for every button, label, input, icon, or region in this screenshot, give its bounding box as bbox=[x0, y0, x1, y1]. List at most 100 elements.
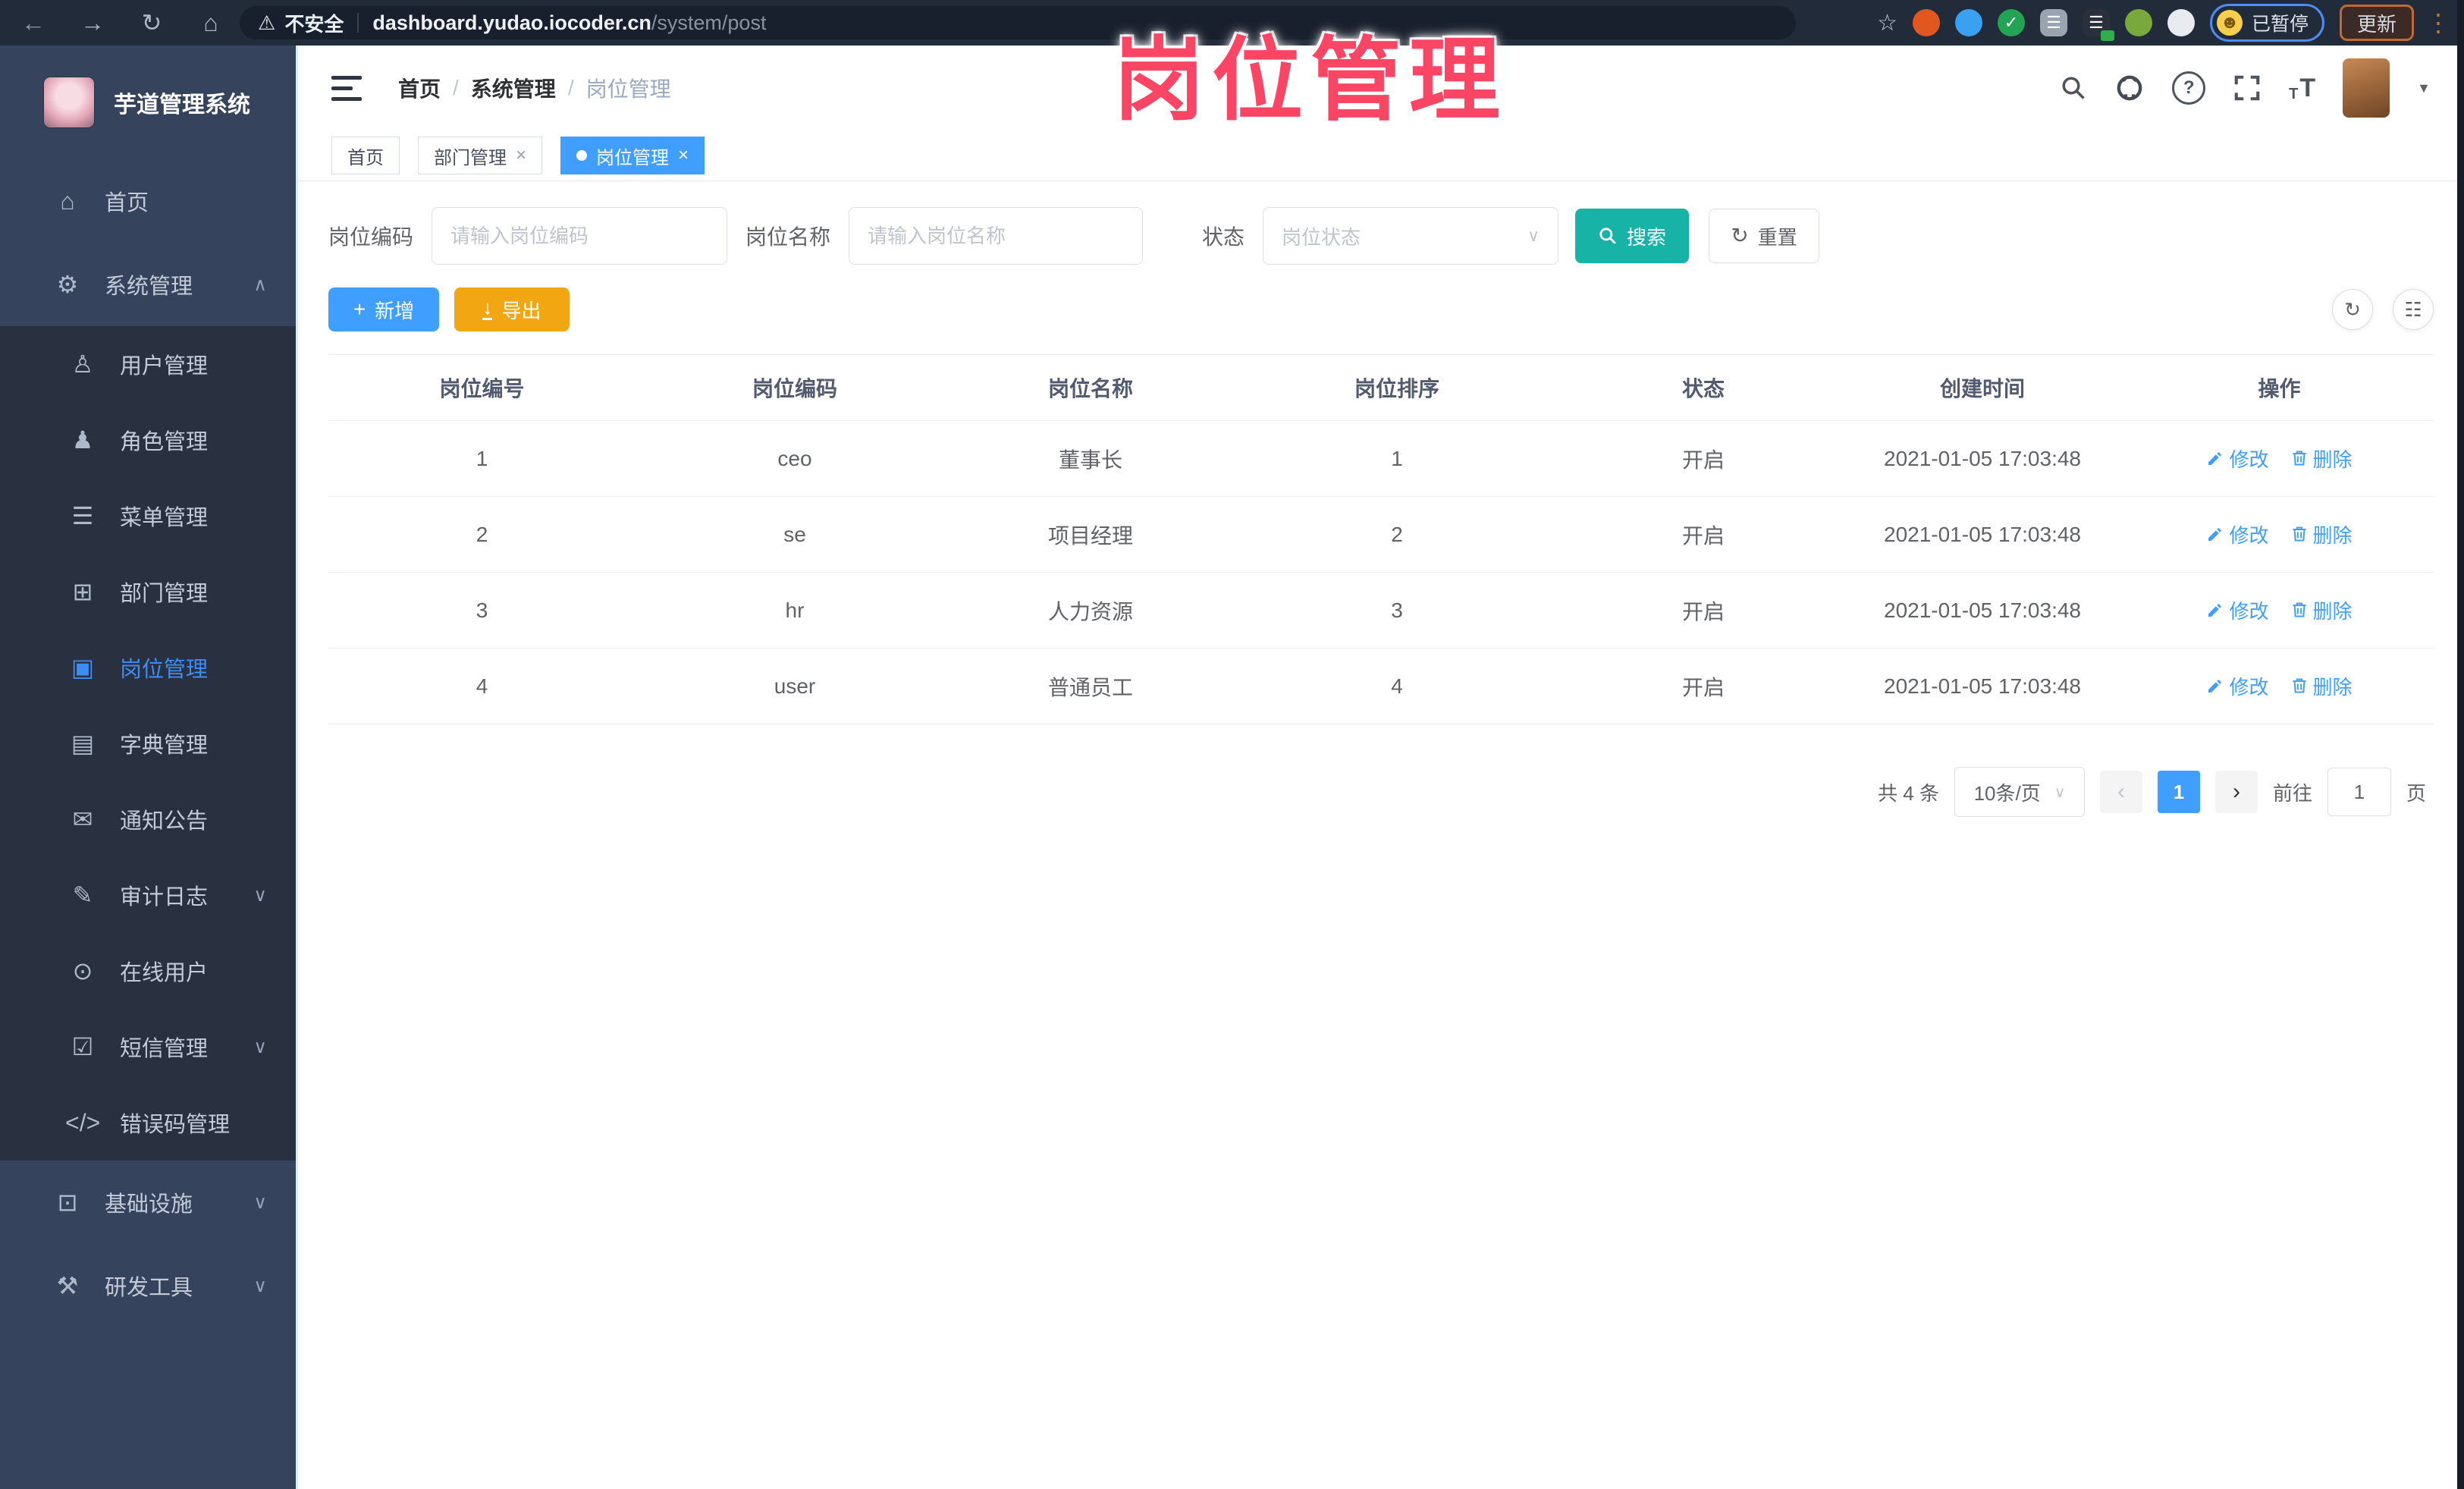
post-name-input[interactable] bbox=[849, 207, 1144, 265]
add-button[interactable]: + 新增 bbox=[328, 287, 439, 331]
chevron-down-icon: ∨ bbox=[2054, 784, 2066, 801]
home-icon[interactable]: ⌂ bbox=[194, 0, 228, 46]
tab-label: 岗位管理 bbox=[596, 147, 670, 168]
column-settings-button[interactable]: ☷ bbox=[2393, 289, 2434, 330]
font-size-icon[interactable]: TT bbox=[2289, 74, 2315, 103]
sidebar-item-10[interactable]: ⊙ 在线用户 bbox=[0, 933, 296, 1009]
cell-actions: 修改 删除 bbox=[2125, 648, 2434, 724]
cell-id: 1 bbox=[328, 420, 636, 497]
reset-button[interactable]: ↻ 重置 bbox=[1709, 209, 1820, 263]
profile-status-label: 已暂停 bbox=[2251, 14, 2309, 35]
extension-orange-ring-icon[interactable] bbox=[1912, 9, 1940, 36]
close-icon[interactable]: × bbox=[516, 145, 526, 166]
department-tree-icon: ⊞ bbox=[72, 578, 93, 605]
table-row: 2 se 项目经理 2 开启 2021-01-05 17:03:48 修改 删除 bbox=[328, 496, 2434, 573]
search-icon[interactable] bbox=[2060, 74, 2087, 102]
sidebar-item-4[interactable]: ☰ 菜单管理 bbox=[0, 478, 296, 554]
tab-部门管理[interactable]: 部门管理 × bbox=[418, 137, 543, 174]
cell-status: 开启 bbox=[1567, 648, 1840, 724]
sidebar-item-14[interactable]: ⚒ 研发工具 ∨ bbox=[0, 1244, 296, 1327]
forward-icon[interactable]: → bbox=[76, 0, 109, 46]
edit-link[interactable]: 修改 bbox=[2206, 445, 2269, 473]
sidebar-item-8[interactable]: ✉ 通知公告 bbox=[0, 781, 296, 857]
current-page-button[interactable]: 1 bbox=[2157, 771, 2200, 813]
sidebar-item-label: 研发工具 bbox=[105, 1276, 193, 1300]
bookmark-star-icon[interactable]: ☆ bbox=[1877, 10, 1897, 36]
extension-list-badge-icon[interactable]: ☰ bbox=[2082, 9, 2114, 41]
sidebar-item-label: 系统管理 bbox=[105, 275, 193, 299]
post-code-input[interactable] bbox=[432, 207, 728, 265]
chevron-down-icon[interactable]: ▼ bbox=[2417, 80, 2431, 96]
back-icon[interactable]: ← bbox=[17, 0, 50, 46]
delete-link[interactable]: 删除 bbox=[2290, 520, 2353, 548]
sidebar-item-label: 岗位管理 bbox=[120, 658, 209, 682]
sms-shield-icon: ☑ bbox=[71, 1033, 94, 1060]
sidebar-item-13[interactable]: ⊡ 基础设施 ∨ bbox=[0, 1161, 296, 1244]
roles-icon: ♟ bbox=[71, 426, 94, 454]
extension-sliders-icon[interactable]: ☰ bbox=[2039, 9, 2067, 36]
tab-首页[interactable]: 首页 bbox=[331, 137, 400, 174]
edit-link[interactable]: 修改 bbox=[2206, 520, 2269, 548]
cell-name: 人力资源 bbox=[954, 572, 1227, 649]
main-area: 首页 / 系统管理 / 岗位管理 ? TT ▼ 首页 部门管理 × 岗位管理 ×… bbox=[296, 46, 2464, 1489]
online-users-icon: ⊙ bbox=[72, 957, 93, 985]
sidebar-item-11[interactable]: ☑ 短信管理 ∨ bbox=[0, 1009, 296, 1085]
goto-page-input[interactable] bbox=[2327, 768, 2391, 816]
security-label[interactable]: 不安全 bbox=[284, 9, 344, 37]
delete-link[interactable]: 删除 bbox=[2290, 672, 2353, 700]
next-page-button[interactable]: › bbox=[2214, 771, 2258, 813]
fullscreen-icon[interactable] bbox=[2233, 74, 2262, 102]
sidebar-item-7[interactable]: ▤ 字典管理 bbox=[0, 705, 296, 781]
browser-profile-chip[interactable]: ☻ 已暂停 bbox=[2209, 4, 2324, 42]
sidebar-item-1[interactable]: ⚙ 系统管理 ∧ bbox=[0, 243, 296, 326]
sidebar-item-0[interactable]: ⌂ 首页 bbox=[0, 159, 296, 243]
table-toolbar: + 新增 ↓ 导出 ↻ ☷ bbox=[328, 287, 2434, 331]
github-icon[interactable] bbox=[2114, 73, 2145, 103]
tab-label: 部门管理 bbox=[434, 147, 507, 168]
delete-link[interactable]: 删除 bbox=[2290, 596, 2353, 624]
browser-scrollbar[interactable] bbox=[2457, 0, 2464, 1489]
extension-puzzle-icon[interactable] bbox=[2167, 9, 2195, 36]
sidebar-item-3[interactable]: ♟ 角色管理 bbox=[0, 402, 296, 478]
extension-green-check-icon[interactable]: ✓ bbox=[1997, 9, 2025, 36]
content: 岗位编码 岗位名称 状态 岗位状态 ∨ 搜索 ↻ 重置 bbox=[298, 181, 2464, 1489]
extension-location-pin-icon[interactable] bbox=[1954, 9, 1982, 36]
sidebar-item-6[interactable]: ▣ 岗位管理 bbox=[0, 630, 296, 705]
address-bar[interactable]: ⚠ 不安全 dashboard.yudao.iocoder.cn /system… bbox=[240, 6, 1796, 39]
browser-update-button[interactable]: 更新 bbox=[2339, 5, 2414, 41]
question-icon[interactable]: ? bbox=[2172, 71, 2206, 105]
edit-link[interactable]: 修改 bbox=[2206, 596, 2269, 624]
extension-leaf-icon[interactable] bbox=[2124, 9, 2152, 36]
app-logo[interactable]: 芋道管理系统 bbox=[0, 46, 296, 159]
plus-icon: + bbox=[353, 297, 366, 321]
breadcrumb-separator: / bbox=[453, 76, 459, 99]
breadcrumb-item[interactable]: 首页 bbox=[398, 73, 441, 103]
refresh-table-button[interactable]: ↻ bbox=[2332, 289, 2373, 330]
tags-view-bar: 首页 部门管理 × 岗位管理 × bbox=[298, 130, 2464, 181]
page-size-select[interactable]: 10条/页 ∨ bbox=[1954, 767, 2085, 817]
sidebar-item-9[interactable]: ✎ 审计日志 ∨ bbox=[0, 857, 296, 933]
gear-icon: ⚙ bbox=[56, 271, 79, 298]
reload-icon[interactable]: ↻ bbox=[135, 0, 168, 46]
url-path[interactable]: /system/post bbox=[651, 11, 767, 35]
edit-link[interactable]: 修改 bbox=[2206, 672, 2269, 700]
search-button[interactable]: 搜索 bbox=[1575, 209, 1690, 263]
sidebar-item-label: 在线用户 bbox=[120, 961, 209, 985]
breadcrumb-item[interactable]: 系统管理 bbox=[471, 73, 556, 103]
sidebar-item-2[interactable]: ♙ 用户管理 bbox=[0, 326, 296, 402]
breadcrumb-item[interactable]: 岗位管理 bbox=[586, 73, 671, 103]
prev-page-button[interactable]: ‹ bbox=[2099, 771, 2142, 813]
tab-岗位管理[interactable]: 岗位管理 × bbox=[560, 137, 705, 174]
delete-link[interactable]: 删除 bbox=[2290, 445, 2353, 473]
close-icon[interactable]: × bbox=[678, 145, 689, 166]
sidebar-item-12[interactable]: </> 错误码管理 bbox=[0, 1085, 296, 1161]
user-icon: ♙ bbox=[71, 350, 94, 378]
browser-menu-icon[interactable]: ⋮ bbox=[2426, 8, 2450, 37]
sidebar-item-5[interactable]: ⊞ 部门管理 bbox=[0, 554, 296, 630]
url-host[interactable]: dashboard.yudao.iocoder.cn bbox=[372, 11, 651, 35]
avatar[interactable] bbox=[2343, 58, 2390, 118]
sidebar-toggle-icon[interactable] bbox=[331, 75, 363, 101]
status-select[interactable]: 岗位状态 ∨ bbox=[1263, 207, 1559, 265]
export-button[interactable]: ↓ 导出 bbox=[454, 287, 570, 331]
refresh-icon: ↻ bbox=[1731, 224, 1749, 247]
